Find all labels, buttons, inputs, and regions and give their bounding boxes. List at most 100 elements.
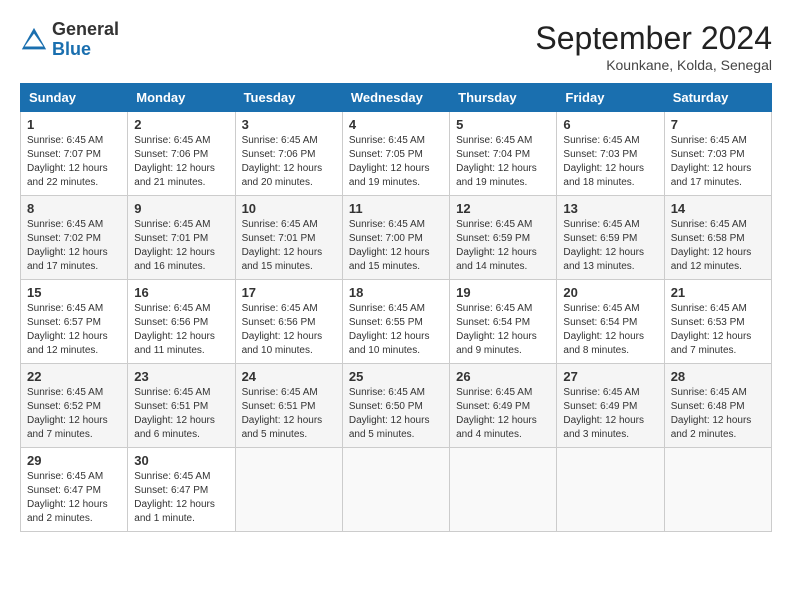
col-sunday: Sunday <box>21 84 128 112</box>
day-number: 2 <box>134 117 228 132</box>
calendar-cell: 12 Sunrise: 6:45 AM Sunset: 6:59 PM Dayli… <box>450 196 557 280</box>
day-info: Sunrise: 6:45 AM Sunset: 7:07 PM Dayligh… <box>27 134 121 190</box>
day-number: 21 <box>671 285 765 300</box>
calendar-week-row: 29 Sunrise: 6:45 AM Sunset: 6:47 PM Dayli… <box>21 448 772 532</box>
calendar-cell <box>664 448 771 532</box>
day-number: 16 <box>134 285 228 300</box>
day-info: Sunrise: 6:45 AM Sunset: 6:55 PM Dayligh… <box>349 302 443 358</box>
day-number: 12 <box>456 201 550 216</box>
day-number: 27 <box>563 369 657 384</box>
day-number: 14 <box>671 201 765 216</box>
col-thursday: Thursday <box>450 84 557 112</box>
calendar-cell: 7 Sunrise: 6:45 AM Sunset: 7:03 PM Daylig… <box>664 112 771 196</box>
day-info: Sunrise: 6:45 AM Sunset: 7:06 PM Dayligh… <box>134 134 228 190</box>
calendar-cell: 27 Sunrise: 6:45 AM Sunset: 6:49 PM Dayli… <box>557 364 664 448</box>
day-info: Sunrise: 6:45 AM Sunset: 6:52 PM Dayligh… <box>27 386 121 442</box>
calendar-cell: 22 Sunrise: 6:45 AM Sunset: 6:52 PM Dayli… <box>21 364 128 448</box>
calendar-cell: 6 Sunrise: 6:45 AM Sunset: 7:03 PM Daylig… <box>557 112 664 196</box>
calendar-table: Sunday Monday Tuesday Wednesday Thursday… <box>20 83 772 532</box>
logo: General Blue <box>20 20 119 60</box>
calendar-cell: 2 Sunrise: 6:45 AM Sunset: 7:06 PM Daylig… <box>128 112 235 196</box>
calendar-cell: 23Sunrise: 6:45 AM Sunset: 6:51 PM Dayli… <box>128 364 235 448</box>
month-year: September 2024 <box>535 20 772 57</box>
day-number: 7 <box>671 117 765 132</box>
logo-general: General <box>52 19 119 39</box>
day-info: Sunrise: 6:45 AM Sunset: 7:00 PM Dayligh… <box>349 218 443 274</box>
calendar-cell: 8Sunrise: 6:45 AM Sunset: 7:02 PM Daylig… <box>21 196 128 280</box>
day-info: Sunrise: 6:45 AM Sunset: 6:49 PM Dayligh… <box>563 386 657 442</box>
day-info: Sunrise: 6:45 AM Sunset: 6:59 PM Dayligh… <box>563 218 657 274</box>
calendar-cell: 21 Sunrise: 6:45 AM Sunset: 6:53 PM Dayli… <box>664 280 771 364</box>
day-number: 22 <box>27 369 121 384</box>
day-info: Sunrise: 6:45 AM Sunset: 6:49 PM Dayligh… <box>456 386 550 442</box>
calendar-cell: 26 Sunrise: 6:45 AM Sunset: 6:49 PM Dayli… <box>450 364 557 448</box>
calendar-week-row: 1 Sunrise: 6:45 AM Sunset: 7:07 PM Daylig… <box>21 112 772 196</box>
calendar-cell: 28Sunrise: 6:45 AM Sunset: 6:48 PM Dayli… <box>664 364 771 448</box>
day-info: Sunrise: 6:45 AM Sunset: 7:04 PM Dayligh… <box>456 134 550 190</box>
day-info: Sunrise: 6:45 AM Sunset: 6:56 PM Dayligh… <box>242 302 336 358</box>
day-number: 30 <box>134 453 228 468</box>
page-header: General Blue September 2024 Kounkane, Ko… <box>20 20 772 73</box>
day-number: 20 <box>563 285 657 300</box>
day-number: 26 <box>456 369 550 384</box>
calendar-week-row: 15 Sunrise: 6:45 AM Sunset: 6:57 PM Dayli… <box>21 280 772 364</box>
day-info: Sunrise: 6:45 AM Sunset: 6:48 PM Dayligh… <box>671 386 765 442</box>
calendar-cell: 17 Sunrise: 6:45 AM Sunset: 6:56 PM Dayli… <box>235 280 342 364</box>
calendar-cell: 1 Sunrise: 6:45 AM Sunset: 7:07 PM Daylig… <box>21 112 128 196</box>
day-number: 19 <box>456 285 550 300</box>
day-number: 3 <box>242 117 336 132</box>
calendar-cell <box>342 448 449 532</box>
location: Kounkane, Kolda, Senegal <box>535 57 772 73</box>
calendar-cell: 18Sunrise: 6:45 AM Sunset: 6:55 PM Dayli… <box>342 280 449 364</box>
day-number: 9 <box>134 201 228 216</box>
day-number: 15 <box>27 285 121 300</box>
title-block: September 2024 Kounkane, Kolda, Senegal <box>535 20 772 73</box>
day-info: Sunrise: 6:45 AM Sunset: 7:03 PM Dayligh… <box>671 134 765 190</box>
day-number: 8 <box>27 201 121 216</box>
day-number: 1 <box>27 117 121 132</box>
logo-blue: Blue <box>52 39 91 59</box>
day-info: Sunrise: 6:45 AM Sunset: 7:03 PM Dayligh… <box>563 134 657 190</box>
calendar-cell <box>235 448 342 532</box>
calendar-cell: 29Sunrise: 6:45 AM Sunset: 6:47 PM Dayli… <box>21 448 128 532</box>
col-tuesday: Tuesday <box>235 84 342 112</box>
col-friday: Friday <box>557 84 664 112</box>
calendar-cell: 24Sunrise: 6:45 AM Sunset: 6:51 PM Dayli… <box>235 364 342 448</box>
day-info: Sunrise: 6:45 AM Sunset: 6:59 PM Dayligh… <box>456 218 550 274</box>
day-info: Sunrise: 6:45 AM Sunset: 6:50 PM Dayligh… <box>349 386 443 442</box>
calendar-week-row: 8Sunrise: 6:45 AM Sunset: 7:02 PM Daylig… <box>21 196 772 280</box>
day-number: 29 <box>27 453 121 468</box>
day-number: 13 <box>563 201 657 216</box>
calendar-cell: 5Sunrise: 6:45 AM Sunset: 7:04 PM Daylig… <box>450 112 557 196</box>
day-info: Sunrise: 6:45 AM Sunset: 6:51 PM Dayligh… <box>242 386 336 442</box>
day-info: Sunrise: 6:45 AM Sunset: 7:05 PM Dayligh… <box>349 134 443 190</box>
day-info: Sunrise: 6:45 AM Sunset: 6:47 PM Dayligh… <box>134 470 228 526</box>
calendar-cell <box>557 448 664 532</box>
day-info: Sunrise: 6:45 AM Sunset: 7:06 PM Dayligh… <box>242 134 336 190</box>
calendar-cell: 25 Sunrise: 6:45 AM Sunset: 6:50 PM Dayli… <box>342 364 449 448</box>
day-number: 17 <box>242 285 336 300</box>
calendar-cell: 14 Sunrise: 6:45 AM Sunset: 6:58 PM Dayli… <box>664 196 771 280</box>
calendar-cell: 13 Sunrise: 6:45 AM Sunset: 6:59 PM Dayli… <box>557 196 664 280</box>
calendar-cell: 11 Sunrise: 6:45 AM Sunset: 7:00 PM Dayli… <box>342 196 449 280</box>
calendar-week-row: 22 Sunrise: 6:45 AM Sunset: 6:52 PM Dayli… <box>21 364 772 448</box>
day-number: 6 <box>563 117 657 132</box>
day-number: 25 <box>349 369 443 384</box>
logo-text: General Blue <box>52 20 119 60</box>
calendar-cell: 20 Sunrise: 6:45 AM Sunset: 6:54 PM Dayli… <box>557 280 664 364</box>
day-info: Sunrise: 6:45 AM Sunset: 7:01 PM Dayligh… <box>134 218 228 274</box>
day-info: Sunrise: 6:45 AM Sunset: 7:01 PM Dayligh… <box>242 218 336 274</box>
day-info: Sunrise: 6:45 AM Sunset: 6:54 PM Dayligh… <box>563 302 657 358</box>
calendar-cell: 19Sunrise: 6:45 AM Sunset: 6:54 PM Dayli… <box>450 280 557 364</box>
day-number: 23 <box>134 369 228 384</box>
col-monday: Monday <box>128 84 235 112</box>
calendar-cell: 9 Sunrise: 6:45 AM Sunset: 7:01 PM Daylig… <box>128 196 235 280</box>
calendar-cell: 15 Sunrise: 6:45 AM Sunset: 6:57 PM Dayli… <box>21 280 128 364</box>
day-number: 11 <box>349 201 443 216</box>
day-info: Sunrise: 6:45 AM Sunset: 6:53 PM Dayligh… <box>671 302 765 358</box>
calendar-header-row: Sunday Monday Tuesday Wednesday Thursday… <box>21 84 772 112</box>
day-number: 10 <box>242 201 336 216</box>
day-info: Sunrise: 6:45 AM Sunset: 6:58 PM Dayligh… <box>671 218 765 274</box>
day-info: Sunrise: 6:45 AM Sunset: 6:57 PM Dayligh… <box>27 302 121 358</box>
calendar-cell: 30 Sunrise: 6:45 AM Sunset: 6:47 PM Dayli… <box>128 448 235 532</box>
